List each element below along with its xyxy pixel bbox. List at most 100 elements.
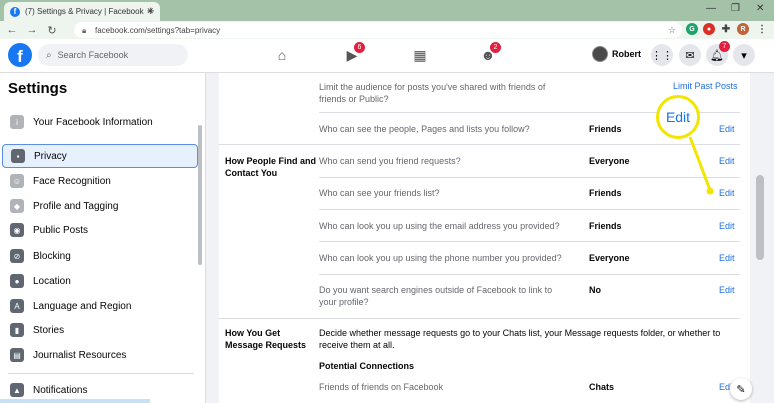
facebook-logo-icon[interactable]: f xyxy=(8,43,32,67)
page-title: Settings xyxy=(8,80,68,97)
setting-value: Everyone xyxy=(589,156,630,166)
edit-button[interactable]: Edit xyxy=(719,253,735,263)
setting-question: Who can send you friend requests? xyxy=(319,156,461,166)
new-tab-icon[interactable]: + xyxy=(147,3,155,18)
groups-badge: 2 xyxy=(490,42,501,53)
sidebar-item-stories[interactable]: ▮ Stories xyxy=(2,318,198,342)
setting-value: Friends xyxy=(589,188,622,198)
menu-grid-icon[interactable]: ⋮⋮ xyxy=(651,44,673,66)
language-icon: A xyxy=(10,299,24,313)
profile-link[interactable]: Robert xyxy=(592,46,641,62)
info-icon: i xyxy=(10,115,24,129)
sidebar-item-language-region[interactable]: A Language and Region xyxy=(2,294,198,318)
setting-question: Who can look you up using the phone numb… xyxy=(319,253,562,263)
bookmark-star-icon[interactable]: ☆ xyxy=(668,25,676,36)
setting-question: Limit the audience for posts you've shar… xyxy=(319,82,546,104)
extension-icon[interactable]: G xyxy=(686,23,698,35)
setting-question: Who can see the people, Pages and lists … xyxy=(319,124,530,134)
sidebar-item-label: Journalist Resources xyxy=(33,349,127,361)
address-bar[interactable]: 🔒︎ facebook.com/settings?tab=privacy ☆ xyxy=(74,22,682,38)
messenger-icon[interactable]: ✉ xyxy=(679,44,701,66)
minimize-icon[interactable]: — xyxy=(706,3,716,14)
reload-icon[interactable]: ↻ xyxy=(44,24,60,37)
sidebar-item-label: Public Posts xyxy=(33,224,89,236)
sidebar-item-face-recognition[interactable]: ☺ Face Recognition xyxy=(2,169,198,193)
groups-icon[interactable]: ☻ 2 xyxy=(476,42,501,65)
row-divider xyxy=(319,241,740,242)
face-icon: ☺ xyxy=(10,174,24,188)
settings-sidebar: Settings i Your Facebook Information ▪ P… xyxy=(0,73,206,403)
sidebar-item-location[interactable]: ● Location xyxy=(2,269,198,293)
browser-tab-strip: f (7) Settings & Privacy | Facebook ✕ + … xyxy=(0,0,774,21)
main-scrollbar[interactable] xyxy=(756,175,764,260)
extension-icon[interactable]: ● xyxy=(703,23,715,35)
edit-button[interactable]: Edit xyxy=(719,188,735,198)
edit-button[interactable]: Edit xyxy=(719,156,735,166)
sidebar-item-facebook-information[interactable]: i Your Facebook Information xyxy=(2,110,198,134)
sidebar-item-profile-tagging[interactable]: ◆ Profile and Tagging xyxy=(2,194,198,218)
globe-icon: ◉ xyxy=(10,223,24,237)
sidebar-item-privacy[interactable]: ▪ Privacy xyxy=(2,144,198,168)
sidebar-item-label: Location xyxy=(33,275,71,287)
edit-callout: Edit xyxy=(656,95,700,139)
account-chevron-down-icon[interactable]: ▾ xyxy=(733,44,755,66)
profile-avatar[interactable]: R xyxy=(737,23,749,35)
tab-title: (7) Settings & Privacy | Facebook xyxy=(25,7,144,16)
sidebar-item-journalist-resources[interactable]: ▤ Journalist Resources xyxy=(2,343,198,367)
sidebar-item-public-posts[interactable]: ◉ Public Posts xyxy=(2,218,198,242)
lock-icon: 🔒︎ xyxy=(82,26,87,35)
setting-question: Friends of friends on Facebook xyxy=(319,382,444,392)
section-title-find-contact: How People Find and Contact You xyxy=(225,156,317,178)
setting-value: Friends xyxy=(589,221,622,231)
close-window-icon[interactable]: ✕ xyxy=(756,3,764,14)
limit-past-posts-link[interactable]: Limit Past Posts xyxy=(673,81,738,91)
setting-value: Friends xyxy=(589,124,622,134)
url-text: facebook.com/settings?tab=privacy xyxy=(95,25,221,35)
setting-question: Who can look you up using the email addr… xyxy=(319,221,560,231)
edit-button[interactable]: Edit xyxy=(719,285,735,295)
profile-name: Robert xyxy=(612,49,641,59)
message-requests-description: Decide whether message requests go to yo… xyxy=(319,328,721,350)
section-title-message-requests: How You Get Message Requests xyxy=(225,328,307,350)
edit-button[interactable]: Edit xyxy=(719,124,735,134)
bell-icon: ▲ xyxy=(10,383,24,397)
puzzle-icon[interactable]: ✚ xyxy=(720,23,732,35)
lock-icon: ▪ xyxy=(11,149,25,163)
marketplace-icon[interactable]: ▦ xyxy=(408,45,432,65)
search-placeholder: Search Facebook xyxy=(57,50,129,60)
notifications-bell-icon[interactable]: 🔔︎ 7 xyxy=(706,41,730,66)
watch-badge: 6 xyxy=(354,42,365,53)
section-divider xyxy=(219,318,740,319)
browser-tab[interactable]: f (7) Settings & Privacy | Facebook ✕ xyxy=(4,2,160,21)
setting-question: Do you want search engines outside of Fa… xyxy=(319,285,553,307)
row-divider xyxy=(319,177,740,178)
sidebar-item-label: Privacy xyxy=(34,150,67,162)
watch-icon[interactable]: ▶ 6 xyxy=(340,42,365,65)
avatar xyxy=(592,46,608,62)
sidebar-item-label: Face Recognition xyxy=(33,175,111,187)
sidebar-item-label: Blocking xyxy=(33,250,71,262)
status-bar xyxy=(0,399,150,403)
search-input[interactable]: ⌕ Search Facebook xyxy=(38,44,188,66)
back-icon[interactable]: ← xyxy=(4,24,20,36)
setting-value: No xyxy=(589,285,601,295)
potential-connections-heading: Potential Connections xyxy=(319,361,415,371)
home-icon[interactable]: ⌂ xyxy=(270,45,294,65)
setting-question: Who can see your friends list? xyxy=(319,188,440,198)
compose-message-icon[interactable]: ✎ xyxy=(730,378,752,400)
sidebar-scrollbar[interactable] xyxy=(198,125,202,265)
row-divider xyxy=(319,209,740,210)
maximize-icon[interactable]: ❐ xyxy=(731,3,740,14)
more-menu-icon[interactable]: ⋮ xyxy=(756,23,768,35)
forward-icon[interactable]: → xyxy=(24,24,40,36)
sidebar-item-blocking[interactable]: ⊘ Blocking xyxy=(2,244,198,268)
section-divider xyxy=(219,144,740,145)
sidebar-item-label: Stories xyxy=(33,324,65,336)
facebook-header: f ⌕ Search Facebook ⌂ ▶ 6 ▦ ☻ 2 Robert ⋮… xyxy=(0,39,774,73)
sidebar-divider xyxy=(8,373,194,374)
edit-button[interactable]: Edit xyxy=(719,221,735,231)
sidebar-item-label: Your Facebook Information xyxy=(33,116,153,128)
block-icon: ⊘ xyxy=(10,249,24,263)
facebook-favicon-icon: f xyxy=(10,6,20,17)
browser-toolbar: ← → ↻ 🔒︎ facebook.com/settings?tab=priva… xyxy=(0,21,774,39)
